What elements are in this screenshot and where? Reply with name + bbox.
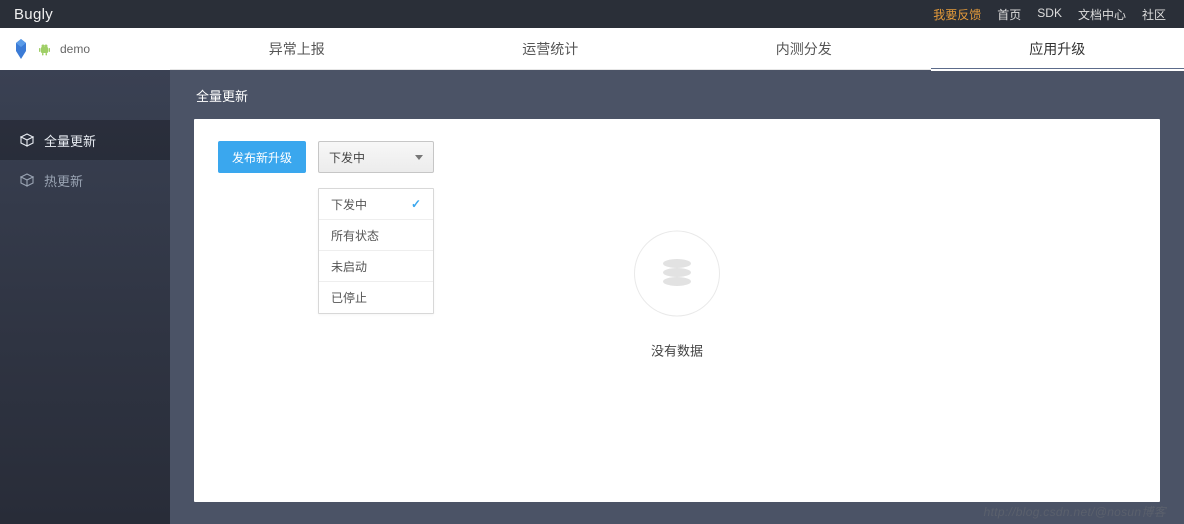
option-label: 未启动 (331, 258, 367, 275)
nav-docs[interactable]: 文档中心 (1078, 6, 1126, 23)
left-column: demo 全量更新 热更新 (0, 28, 170, 524)
content-panel: 发布新升级 下发中 下发中 ✓ 所有状态 (194, 119, 1160, 502)
status-option-dispatching[interactable]: 下发中 ✓ (319, 189, 433, 220)
cube-icon (20, 133, 34, 147)
top-bar: Bugly 我要反馈 首页 SDK 文档中心 社区 (0, 0, 1184, 28)
option-label: 已停止 (331, 289, 367, 306)
caret-down-icon (415, 155, 423, 160)
tab-app-upgrade[interactable]: 应用升级 (931, 28, 1184, 70)
publish-upgrade-button[interactable]: 发布新升级 (218, 141, 306, 173)
watermark: http://blog.csdn.net/@nosun博客 (984, 503, 1166, 520)
app-selector[interactable]: demo (0, 28, 170, 70)
top-nav: 我要反馈 首页 SDK 文档中心 社区 (933, 6, 1166, 23)
right-column: 异常上报 运营统计 内测分发 应用升级 全量更新 发布新升级 下发中 (170, 28, 1184, 524)
app-logo-icon (13, 37, 29, 61)
status-option-notstarted[interactable]: 未启动 (319, 251, 433, 282)
status-option-all[interactable]: 所有状态 (319, 220, 433, 251)
workspace: demo 全量更新 热更新 异常上报 运营统计 内测分发 应用升级 全量更新 发… (0, 28, 1184, 524)
nav-home[interactable]: 首页 (997, 6, 1021, 23)
status-option-stopped[interactable]: 已停止 (319, 282, 433, 313)
cube-icon (20, 173, 34, 187)
tab-label: 异常上报 (269, 39, 325, 59)
nav-sdk[interactable]: SDK (1037, 6, 1062, 23)
android-icon (39, 43, 50, 56)
option-label: 下发中 (331, 196, 367, 213)
app-name: demo (60, 42, 90, 56)
sidebar-item-full-update[interactable]: 全量更新 (0, 120, 170, 160)
status-select-button[interactable]: 下发中 (318, 141, 434, 173)
brand-logo: Bugly (14, 6, 53, 23)
content-stage: 全量更新 发布新升级 下发中 下发中 ✓ (170, 70, 1184, 524)
empty-text: 没有数据 (634, 341, 720, 360)
sidebar-item-hot-update[interactable]: 热更新 (0, 160, 170, 200)
status-dropdown: 下发中 ✓ 所有状态 未启动 已停止 (318, 188, 434, 314)
tab-label: 运营统计 (522, 39, 578, 59)
status-select-value: 下发中 (329, 149, 365, 166)
nav-community[interactable]: 社区 (1142, 6, 1166, 23)
empty-state: 没有数据 (634, 231, 720, 360)
controls-row: 发布新升级 下发中 下发中 ✓ 所有状态 (218, 141, 1136, 173)
option-label: 所有状态 (331, 227, 379, 244)
tab-crash-report[interactable]: 异常上报 (170, 28, 424, 70)
main-tabs: 异常上报 运营统计 内测分发 应用升级 (170, 28, 1184, 70)
sidebar-item-label: 热更新 (44, 171, 83, 190)
sidebar: 全量更新 热更新 (0, 70, 170, 524)
tab-label: 内测分发 (776, 39, 832, 59)
empty-database-icon (634, 231, 720, 317)
sidebar-item-label: 全量更新 (44, 131, 96, 150)
status-select: 下发中 下发中 ✓ 所有状态 未启动 (318, 141, 434, 173)
tab-beta-distribute[interactable]: 内测分发 (677, 28, 931, 70)
nav-feedback[interactable]: 我要反馈 (933, 6, 981, 23)
check-icon: ✓ (411, 197, 421, 211)
tab-label: 应用升级 (1029, 39, 1085, 59)
tab-analytics[interactable]: 运营统计 (424, 28, 678, 70)
section-title: 全量更新 (194, 70, 1160, 119)
